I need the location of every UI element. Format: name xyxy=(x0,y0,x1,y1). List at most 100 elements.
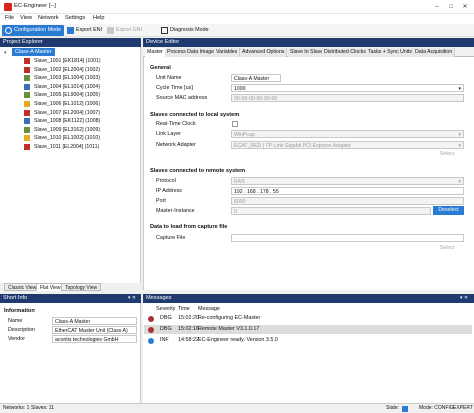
configuration-mode-button[interactable]: Configuration Mode xyxy=(2,25,65,36)
menu-settings[interactable]: Settings xyxy=(65,15,85,21)
tab-tasks-sync-units[interactable]: Tasks + Sync Units xyxy=(366,48,415,57)
export-eni-label: Export ENI xyxy=(76,27,103,33)
state-indicator-icon xyxy=(402,406,408,412)
link-layer-select[interactable]: WinPcap ▾ xyxy=(231,130,464,138)
info-name-value: Class-A Master xyxy=(52,317,137,325)
message-time: 15:02:20 xyxy=(178,315,199,321)
messages-header: Messages xyxy=(143,294,474,303)
tree-item-label: Slave_1002 [EL2004] (1002) xyxy=(34,66,101,73)
source-mac-input[interactable]: 00-00-00-00-00-00 xyxy=(231,94,464,102)
slave-device-icon xyxy=(24,75,30,82)
deselect-button[interactable]: Deselect xyxy=(433,206,464,215)
tree-item-slave[interactable]: Slave_1001 [EK1814] (1001) xyxy=(24,57,101,65)
maximize-icon[interactable]: □ xyxy=(446,2,456,12)
status-slaves: Slaves: 11 xyxy=(31,405,54,411)
export-eni-button[interactable]: Export ENI xyxy=(64,25,105,36)
pin-icon[interactable]: ▾ ✕ xyxy=(128,294,136,303)
slave-device-icon xyxy=(24,58,30,64)
collapse-icon[interactable]: ▾ xyxy=(4,50,7,56)
message-message: Re-configuring EC-Master xyxy=(198,315,261,321)
tree-item-slave[interactable]: Slave_1004 [EL1014] (1004) xyxy=(24,83,100,91)
slave-device-icon xyxy=(24,92,30,99)
local-select-button[interactable]: Select xyxy=(430,150,464,159)
info-name-key: Name xyxy=(8,318,23,324)
status-level: EXPERT xyxy=(453,405,473,411)
tab-variables[interactable]: Variables xyxy=(214,48,241,57)
tree-item-label: Slave_1007 [EL2004] (1007) xyxy=(34,109,101,116)
chevron-down-icon: ▾ xyxy=(458,143,461,149)
tree-item-slave[interactable]: Slave_1007 [EL2004] (1007) xyxy=(24,109,100,117)
menu-file[interactable]: File xyxy=(5,15,14,21)
col-severity[interactable]: Severity xyxy=(156,306,175,312)
close-icon[interactable]: ✕ xyxy=(460,2,470,12)
diagnosis-mode-button[interactable]: Diagnosis Mode xyxy=(158,25,212,36)
tab-classic-view[interactable]: Classic View xyxy=(4,283,41,291)
tab-data-acquisition[interactable]: Data Acquisition xyxy=(413,48,456,57)
tab-topology-view[interactable]: Topology View xyxy=(61,283,102,291)
menu-help[interactable]: Help xyxy=(93,15,105,21)
protocol-label: Protocol xyxy=(156,178,176,184)
severity-icon xyxy=(148,338,154,344)
severity-icon xyxy=(148,316,154,322)
menu-network[interactable]: Network xyxy=(38,15,59,21)
tree-item-label: Slave_1006 [EL1012] (1006) xyxy=(34,101,101,107)
tree-root-master[interactable]: Class-A Master xyxy=(12,48,55,56)
tree-item-slave[interactable]: Slave_1005 [EL9004] (1005) xyxy=(24,91,100,99)
minimize-icon[interactable]: – xyxy=(432,2,442,12)
information-heading: Information xyxy=(4,308,35,314)
tab-master[interactable]: Master xyxy=(145,48,166,57)
tree-item-label: Slave_1009 [EL3162] (1009) xyxy=(34,126,101,133)
realtime-clock-checkbox[interactable] xyxy=(232,121,238,127)
tree-item-slave[interactable]: Slave_1011 [EL2004] (1011) xyxy=(24,143,99,151)
message-message: Remote Master V3.1.0.17 xyxy=(198,326,260,332)
chevron-down-icon: ▾ xyxy=(458,132,461,138)
general-heading: General xyxy=(150,65,171,71)
tree-item-slave[interactable]: Slave_1009 [EL3162] (1009) xyxy=(24,126,100,134)
slave-device-icon xyxy=(24,66,30,73)
diagnosis-mode-label: Diagnosis Mode xyxy=(170,27,209,33)
col-message[interactable]: Message xyxy=(198,306,220,312)
tab-process-data-image[interactable]: Process Data Image xyxy=(165,48,217,57)
network-adapter-label: Network Adapter xyxy=(156,142,196,148)
tree-item-label: Slave_1004 [EL1014] (1004) xyxy=(34,83,101,90)
tree-item-slave[interactable]: Slave_1003 [EL1004] (1003) xyxy=(24,74,100,82)
close-icon[interactable]: ▾ ✕ xyxy=(460,294,468,303)
remote-system-heading: Slaves connected to remote system xyxy=(150,168,246,174)
message-severity: INF xyxy=(160,337,169,343)
tree-item-slave[interactable]: Slave_1006 [EL1012] (1006) xyxy=(24,100,100,108)
menu-view[interactable]: View xyxy=(20,15,32,21)
app-logo-icon xyxy=(4,3,12,11)
ip-address-input[interactable]: 192 . 168 . 178 . 55 xyxy=(231,187,464,195)
tree-item-label: Slave_1005 [EL9004] (1005) xyxy=(34,92,101,99)
unit-name-input[interactable]: Class-A Master xyxy=(231,74,281,82)
tree-item-slave[interactable]: Slave_1002 [EL2004] (1002) xyxy=(24,66,100,74)
tree-item-slave[interactable]: Slave_1008 [EK1122] (1008) xyxy=(24,117,100,125)
info-vendor-key: Vendor xyxy=(8,336,26,342)
network-adapter-select[interactable]: ECAT_RED | TP-Link Gigabit PCI Express A… xyxy=(231,141,464,149)
tree-item-slave[interactable]: Slave_1010 [EL1002] (1010) xyxy=(24,134,100,142)
slave-device-icon xyxy=(24,126,30,133)
col-time[interactable]: Time xyxy=(178,306,190,312)
capture-select-button[interactable]: Select xyxy=(430,244,464,253)
message-severity: DBG xyxy=(160,326,172,332)
capture-file-input[interactable] xyxy=(231,234,464,242)
export-eni-disabled-button[interactable]: Export ENI xyxy=(104,25,145,36)
realtime-clock-label: Real-Time Clock xyxy=(156,121,196,127)
short-info-header: Short Info xyxy=(0,294,141,303)
port-input[interactable]: 6000 xyxy=(231,197,464,205)
protocol-select[interactable]: RAS ▾ xyxy=(231,177,464,185)
tab-advanced-options[interactable]: Advanced Options xyxy=(240,48,288,57)
slave-device-icon xyxy=(24,109,30,116)
cycle-time-label: Cycle Time [us] xyxy=(156,85,193,91)
severity-icon xyxy=(148,327,154,333)
tree-item-label: Slave_1001 [EK1814] (1001) xyxy=(34,58,101,64)
tab-slave-to-slave[interactable]: Slave to Slave xyxy=(288,48,327,57)
ip-address-label: IP Address xyxy=(156,188,182,194)
device-editor-header: Device Editor xyxy=(143,38,474,47)
cycle-time-select[interactable]: 1000 ▾ xyxy=(231,84,464,92)
unit-name-label: Unit Name xyxy=(156,75,182,81)
network-adapter-value: ECAT_RED | TP-Link Gigabit PCI Express A… xyxy=(234,143,351,149)
tree-item-label: Slave_1010 [EL1002] (1010) xyxy=(34,135,101,142)
master-instance-input[interactable]: 0 xyxy=(231,207,431,215)
tab-distributed-clocks[interactable]: Distributed Clocks xyxy=(322,48,369,57)
